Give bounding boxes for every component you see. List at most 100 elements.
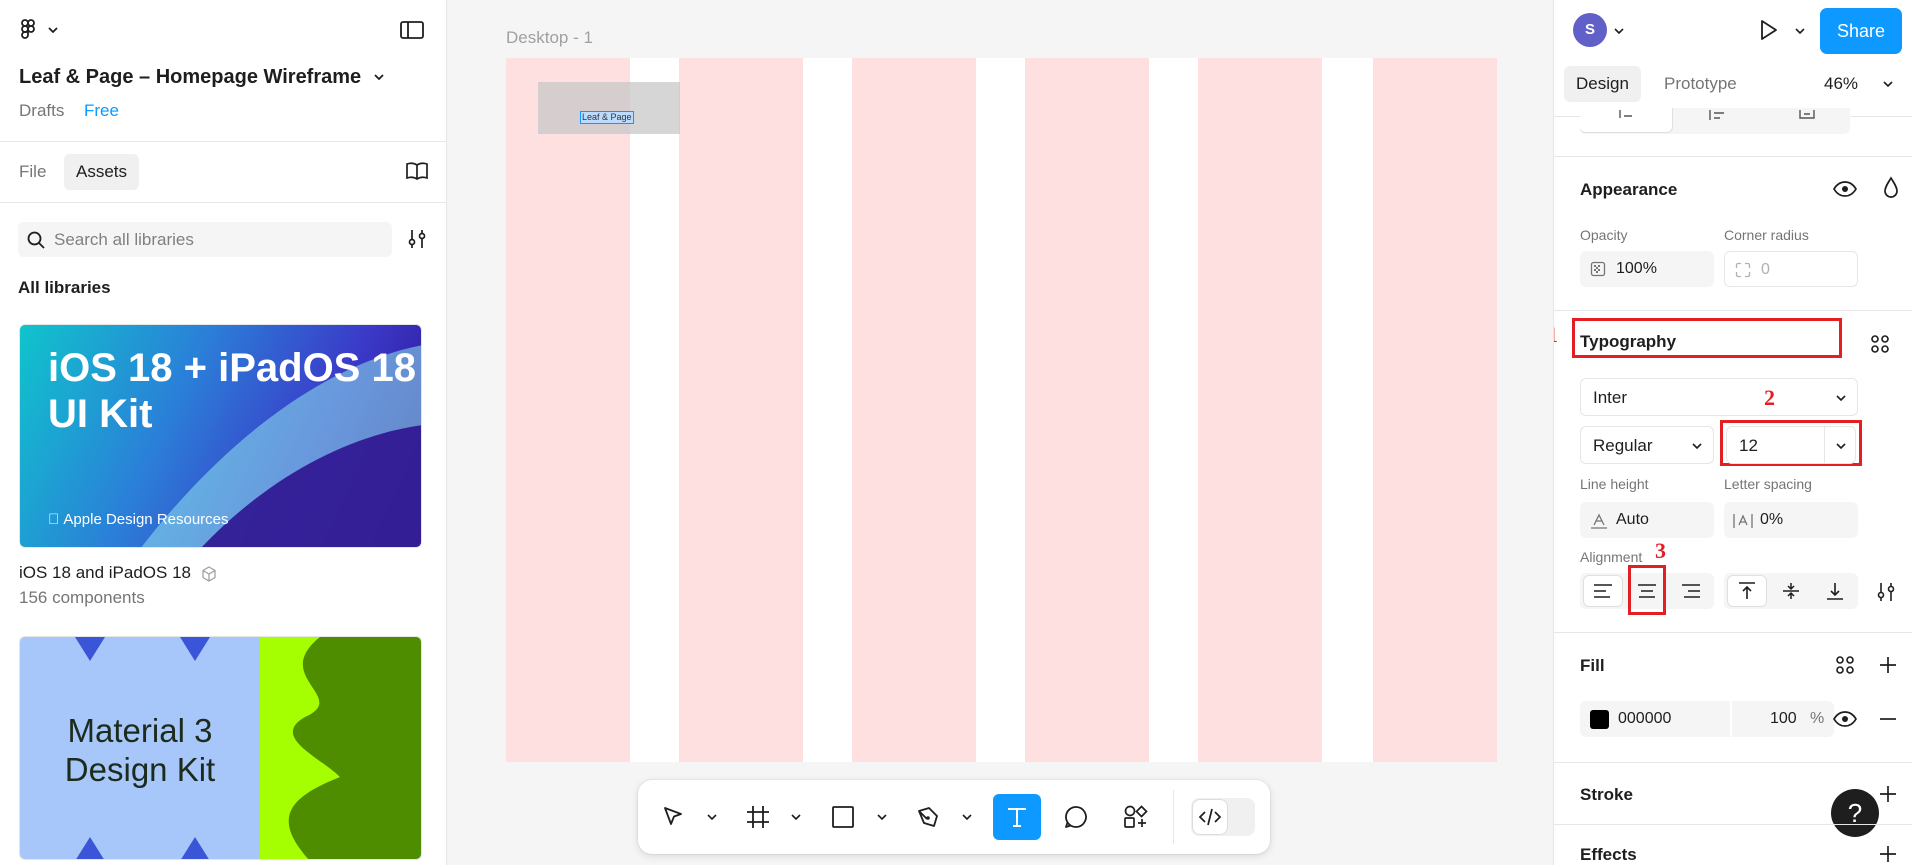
chevron-down-icon[interactable]	[961, 811, 973, 823]
resizing-controls[interactable]	[1580, 108, 1850, 134]
eye-icon[interactable]	[1832, 178, 1858, 200]
drafts-link[interactable]: Drafts	[19, 101, 64, 121]
fill-title: Fill	[1580, 656, 1605, 675]
annotation-number: 1	[1554, 322, 1558, 348]
chevron-down-icon[interactable]	[1794, 25, 1806, 37]
plan-badge[interactable]: Free	[84, 101, 119, 121]
align-left-icon[interactable]	[1584, 576, 1622, 606]
help-button[interactable]: ?	[1831, 789, 1879, 837]
component-icon	[200, 565, 218, 583]
add-effect-icon[interactable]	[1877, 843, 1899, 865]
file-title[interactable]: Leaf & Page – Homepage Wireframe	[19, 66, 361, 89]
remove-fill-icon[interactable]	[1877, 708, 1899, 730]
layout-grid-column	[679, 58, 803, 762]
align-middle-icon[interactable]	[1772, 576, 1810, 606]
divider	[1554, 824, 1912, 825]
stroke-title: Stroke	[1580, 785, 1633, 804]
text-tool-icon[interactable]	[993, 794, 1041, 840]
letter-spacing-icon	[1733, 514, 1753, 528]
frame-tool-icon[interactable]	[738, 798, 778, 836]
chevron-down-icon	[1692, 443, 1702, 450]
font-size-select[interactable]: 12	[1726, 426, 1856, 464]
library-card-material[interactable]: Material 3 Design Kit	[19, 636, 422, 860]
actions-tool-icon[interactable]	[1116, 798, 1156, 836]
tab-file[interactable]: File	[19, 162, 46, 182]
fill-color-input[interactable]: 000000 100 %	[1580, 701, 1834, 737]
present-icon[interactable]	[1755, 17, 1781, 43]
section-title: All libraries	[18, 278, 111, 297]
library-name[interactable]: iOS 18 and iPadOS 18	[19, 563, 218, 583]
sidebar-toggle-icon[interactable]	[398, 18, 426, 42]
eye-icon[interactable]	[1832, 708, 1858, 730]
line-height-icon	[1591, 513, 1607, 529]
fill-opacity[interactable]: 100	[1770, 710, 1797, 728]
styles-icon[interactable]	[1869, 333, 1891, 355]
layout-grid-column	[852, 58, 976, 762]
chevron-down-icon[interactable]	[790, 811, 802, 823]
apple-icon: 	[48, 511, 59, 528]
annotation-number: 3	[1655, 538, 1666, 563]
search-input[interactable]: Search all libraries	[18, 222, 392, 257]
align-right-icon[interactable]	[1672, 576, 1710, 606]
divider	[0, 202, 446, 203]
alignment-label: Alignment	[1580, 549, 1643, 565]
share-button[interactable]: Share	[1820, 8, 1902, 54]
field-divider	[1824, 427, 1825, 463]
chevron-down-icon	[1836, 443, 1846, 450]
pen-tool-icon[interactable]	[908, 798, 948, 836]
color-swatch[interactable]	[1590, 710, 1609, 729]
card-title: iOS 18 + iPadOS 18 UI Kit	[48, 346, 416, 436]
letter-spacing-label: Letter spacing	[1724, 476, 1812, 492]
corner-radius-label: Corner radius	[1724, 227, 1809, 243]
align-top-icon[interactable]	[1728, 576, 1766, 606]
dev-mode-toggle[interactable]	[1191, 798, 1255, 836]
add-stroke-icon[interactable]	[1877, 783, 1899, 805]
chevron-down-icon[interactable]	[1613, 25, 1625, 37]
opacity-icon	[1590, 261, 1606, 277]
frame-desktop-1[interactable]: Leaf & Page	[506, 58, 1497, 762]
chevron-down-icon[interactable]	[876, 811, 888, 823]
tab-prototype[interactable]: Prototype	[1664, 74, 1737, 94]
card-title: Material 3 Design Kit	[64, 712, 216, 788]
chevron-down-icon[interactable]	[1882, 78, 1894, 90]
field-divider	[1730, 701, 1732, 737]
comment-tool-icon[interactable]	[1056, 798, 1096, 836]
tab-design[interactable]: Design	[1564, 66, 1641, 102]
frame-label[interactable]: Desktop - 1	[506, 28, 593, 48]
figma-logo-icon[interactable]	[20, 18, 60, 42]
letter-spacing-input[interactable]: 0%	[1724, 502, 1858, 538]
annotation-highlight	[1628, 565, 1666, 615]
corner-radius-input[interactable]: 0	[1724, 251, 1858, 287]
zoom-level[interactable]: 46%	[1824, 74, 1858, 94]
drop-icon[interactable]	[1882, 176, 1900, 200]
layout-grid-column	[1373, 58, 1497, 762]
bottom-toolbar	[638, 780, 1270, 854]
vertical-align-group	[1724, 573, 1858, 609]
chevron-down-icon[interactable]	[706, 811, 718, 823]
canvas-text-layer[interactable]: Leaf & Page	[538, 82, 680, 134]
selected-text[interactable]: Leaf & Page	[580, 111, 634, 124]
book-icon[interactable]	[404, 160, 430, 182]
corner-radius-icon	[1735, 262, 1751, 278]
avatar[interactable]: S	[1573, 13, 1607, 47]
text-settings-icon[interactable]	[1875, 581, 1897, 603]
align-bottom-icon[interactable]	[1816, 576, 1854, 606]
right-panel: S Share Design Prototype 46% Appearance …	[1553, 0, 1912, 865]
font-family-select[interactable]: Inter	[1580, 378, 1858, 416]
card-caption:  Apple Design Resources	[48, 511, 229, 528]
opacity-label: Opacity	[1580, 227, 1628, 243]
tab-assets[interactable]: Assets	[64, 154, 140, 190]
rectangle-tool-icon[interactable]	[823, 798, 863, 836]
font-weight-select[interactable]: Regular	[1580, 426, 1714, 464]
move-tool-icon[interactable]	[653, 798, 693, 836]
chevron-down-icon[interactable]	[372, 71, 386, 83]
resize-icon	[1799, 110, 1815, 119]
left-panel: Leaf & Page – Homepage Wireframe Drafts …	[0, 0, 447, 865]
line-height-input[interactable]: Auto	[1580, 502, 1714, 538]
opacity-input[interactable]: 100%	[1580, 251, 1714, 287]
divider	[0, 141, 446, 142]
styles-icon[interactable]	[1834, 654, 1856, 676]
library-card-ios[interactable]: iOS 18 + iPadOS 18 UI Kit  Apple Design…	[19, 324, 422, 548]
add-fill-icon[interactable]	[1877, 654, 1899, 676]
filter-icon[interactable]	[405, 227, 429, 251]
